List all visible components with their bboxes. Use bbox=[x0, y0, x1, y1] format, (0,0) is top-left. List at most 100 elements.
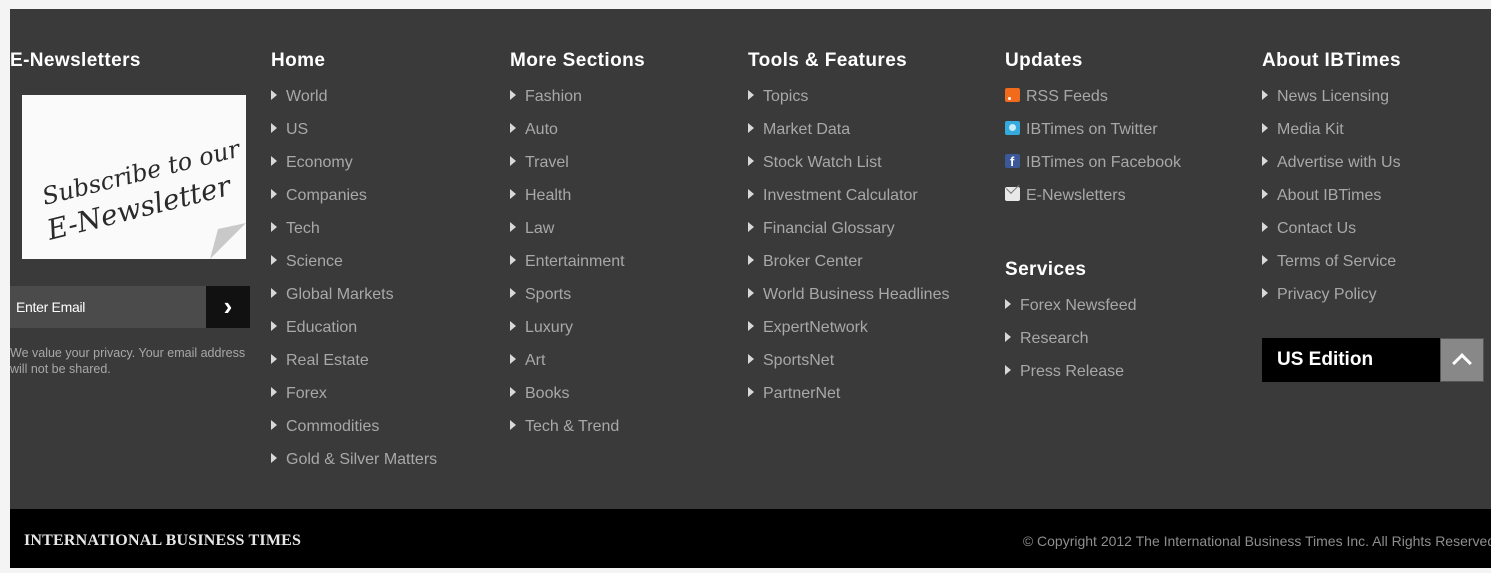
more-sections-link-auto[interactable]: Auto bbox=[510, 121, 645, 154]
link-label: Financial Glossary bbox=[763, 220, 895, 237]
services-link-research[interactable]: Research bbox=[1005, 330, 1137, 363]
home-heading: Home bbox=[271, 50, 326, 71]
about-link-privacy-policy[interactable]: Privacy Policy bbox=[1262, 286, 1401, 319]
home-link-us[interactable]: US bbox=[271, 121, 437, 154]
more-sections-link-travel[interactable]: Travel bbox=[510, 154, 645, 187]
more-sections-link-entertainment[interactable]: Entertainment bbox=[510, 253, 645, 286]
link-label: Books bbox=[525, 385, 570, 402]
email-input[interactable]: Enter Email bbox=[10, 286, 206, 328]
link-label: IBTimes on Twitter bbox=[1026, 121, 1158, 138]
triangle-right-icon bbox=[510, 288, 516, 298]
tools-link-investment-calculator[interactable]: Investment Calculator bbox=[748, 187, 949, 220]
rss-icon bbox=[1005, 88, 1020, 102]
link-label: Global Markets bbox=[286, 286, 394, 303]
more-sections-link-health[interactable]: Health bbox=[510, 187, 645, 220]
more-sections-link-sports[interactable]: Sports bbox=[510, 286, 645, 319]
link-label: E-Newsletters bbox=[1026, 187, 1126, 204]
home-link-companies[interactable]: Companies bbox=[271, 187, 437, 220]
about-link-media-kit[interactable]: Media Kit bbox=[1262, 121, 1401, 154]
link-label: Terms of Service bbox=[1277, 253, 1397, 270]
about-heading: About IBTimes bbox=[1262, 50, 1401, 71]
more-sections-link-luxury[interactable]: Luxury bbox=[510, 319, 645, 352]
link-label: Market Data bbox=[763, 121, 851, 138]
about-link-advertise-with-us[interactable]: Advertise with Us bbox=[1262, 154, 1401, 187]
triangle-right-icon bbox=[748, 255, 754, 265]
link-label: Auto bbox=[525, 121, 558, 138]
tools-link-stock-watch-list[interactable]: Stock Watch List bbox=[748, 154, 949, 187]
link-label: Luxury bbox=[525, 319, 574, 336]
home-link-economy[interactable]: Economy bbox=[271, 154, 437, 187]
tools-link-world-business-headlines[interactable]: World Business Headlines bbox=[748, 286, 949, 319]
about-link-news-licensing[interactable]: News Licensing bbox=[1262, 88, 1401, 121]
link-label: Fashion bbox=[525, 88, 582, 105]
newsletter-subscribe-card[interactable]: Subscribe to our E-Newsletter bbox=[22, 95, 246, 259]
home-link-forex[interactable]: Forex bbox=[271, 385, 437, 418]
more-sections-link-art[interactable]: Art bbox=[510, 352, 645, 385]
services-links: Forex Newsfeed Research Press Release bbox=[1005, 297, 1137, 396]
tools-link-market-data[interactable]: Market Data bbox=[748, 121, 949, 154]
home-link-commodities[interactable]: Commodities bbox=[271, 418, 437, 451]
link-label: IBTimes on Facebook bbox=[1026, 154, 1182, 171]
triangle-right-icon bbox=[1005, 299, 1011, 309]
link-label: About IBTimes bbox=[1277, 187, 1382, 204]
home-link-education[interactable]: Education bbox=[271, 319, 437, 352]
home-link-science[interactable]: Science bbox=[271, 253, 437, 286]
updates-link-ibtimes-on-facebook[interactable]: IBTimes on Facebook bbox=[1005, 153, 1182, 187]
triangle-right-icon bbox=[748, 222, 754, 232]
more-sections-link-tech-and-trend[interactable]: Tech & Trend bbox=[510, 418, 645, 451]
updates-link-rss-feeds[interactable]: RSS Feeds bbox=[1005, 88, 1181, 121]
more-sections-link-law[interactable]: Law bbox=[510, 220, 645, 253]
bottom-bar: International Business Times © Copyright… bbox=[10, 509, 1491, 568]
home-link-world[interactable]: World bbox=[271, 88, 437, 121]
tools-link-topics[interactable]: Topics bbox=[748, 88, 949, 121]
triangle-right-icon bbox=[1262, 288, 1268, 298]
home-link-gold-and-silver-matters[interactable]: Gold & Silver Matters bbox=[271, 451, 437, 484]
services-link-forex-newsfeed[interactable]: Forex Newsfeed bbox=[1005, 297, 1137, 330]
site-footer: E-Newsletters Subscribe to our E-Newslet… bbox=[10, 9, 1491, 509]
services-link-press-release[interactable]: Press Release bbox=[1005, 363, 1137, 396]
tools-link-sportsnet[interactable]: SportsNet bbox=[748, 352, 949, 385]
edition-label: US Edition bbox=[1277, 349, 1374, 370]
link-label: ExpertNetwork bbox=[763, 319, 868, 336]
edition-toggle-button[interactable] bbox=[1440, 338, 1484, 382]
tools-link-partnernet[interactable]: PartnerNet bbox=[748, 385, 949, 418]
updates-heading: Updates bbox=[1005, 50, 1083, 71]
link-label: Real Estate bbox=[286, 352, 369, 369]
home-links: World US Economy Companies Tech Science Global… bbox=[271, 88, 437, 484]
email-submit-button[interactable]: › bbox=[206, 286, 250, 328]
tools-link-broker-center[interactable]: Broker Center bbox=[748, 253, 949, 286]
home-link-real-estate[interactable]: Real Estate bbox=[271, 352, 437, 385]
more-sections-link-books[interactable]: Books bbox=[510, 385, 645, 418]
triangle-right-icon bbox=[1005, 332, 1011, 342]
about-link-contact-us[interactable]: Contact Us bbox=[1262, 220, 1401, 253]
triangle-right-icon bbox=[510, 354, 516, 364]
triangle-right-icon bbox=[510, 156, 516, 166]
triangle-right-icon bbox=[748, 354, 754, 364]
home-link-tech[interactable]: Tech bbox=[271, 220, 437, 253]
triangle-right-icon bbox=[271, 189, 277, 199]
link-label: Commodities bbox=[286, 418, 380, 435]
tools-link-financial-glossary[interactable]: Financial Glossary bbox=[748, 220, 949, 253]
triangle-right-icon bbox=[1262, 189, 1268, 199]
triangle-right-icon bbox=[510, 189, 516, 199]
tools-link-expertnetwork[interactable]: ExpertNetwork bbox=[748, 319, 949, 352]
updates-link-ibtimes-on-twitter[interactable]: IBTimes on Twitter bbox=[1005, 121, 1181, 154]
link-label: US bbox=[286, 121, 309, 138]
triangle-right-icon bbox=[748, 90, 754, 100]
updates-link-e-newsletters[interactable]: E-Newsletters bbox=[1005, 187, 1181, 220]
newsletter-card-art: Subscribe to our E-Newsletter bbox=[22, 95, 246, 259]
more-sections-link-fashion[interactable]: Fashion bbox=[510, 88, 645, 121]
edition-selector[interactable]: US Edition bbox=[1262, 338, 1484, 382]
link-label: PartnerNet bbox=[763, 385, 841, 402]
about-link-about-ibtimes[interactable]: About IBTimes bbox=[1262, 187, 1401, 220]
link-label: Art bbox=[525, 352, 546, 369]
triangle-right-icon bbox=[271, 156, 277, 166]
triangle-right-icon bbox=[271, 321, 277, 331]
services-column: Services Forex Newsfeed Research Press Rel… bbox=[1005, 260, 1137, 396]
about-link-terms-of-service[interactable]: Terms of Service bbox=[1262, 253, 1401, 286]
brand-logo[interactable]: International Business Times bbox=[24, 509, 301, 573]
triangle-right-icon bbox=[748, 189, 754, 199]
home-link-global-markets[interactable]: Global Markets bbox=[271, 286, 437, 319]
triangle-right-icon bbox=[1262, 255, 1268, 265]
link-label: Advertise with Us bbox=[1277, 154, 1401, 171]
